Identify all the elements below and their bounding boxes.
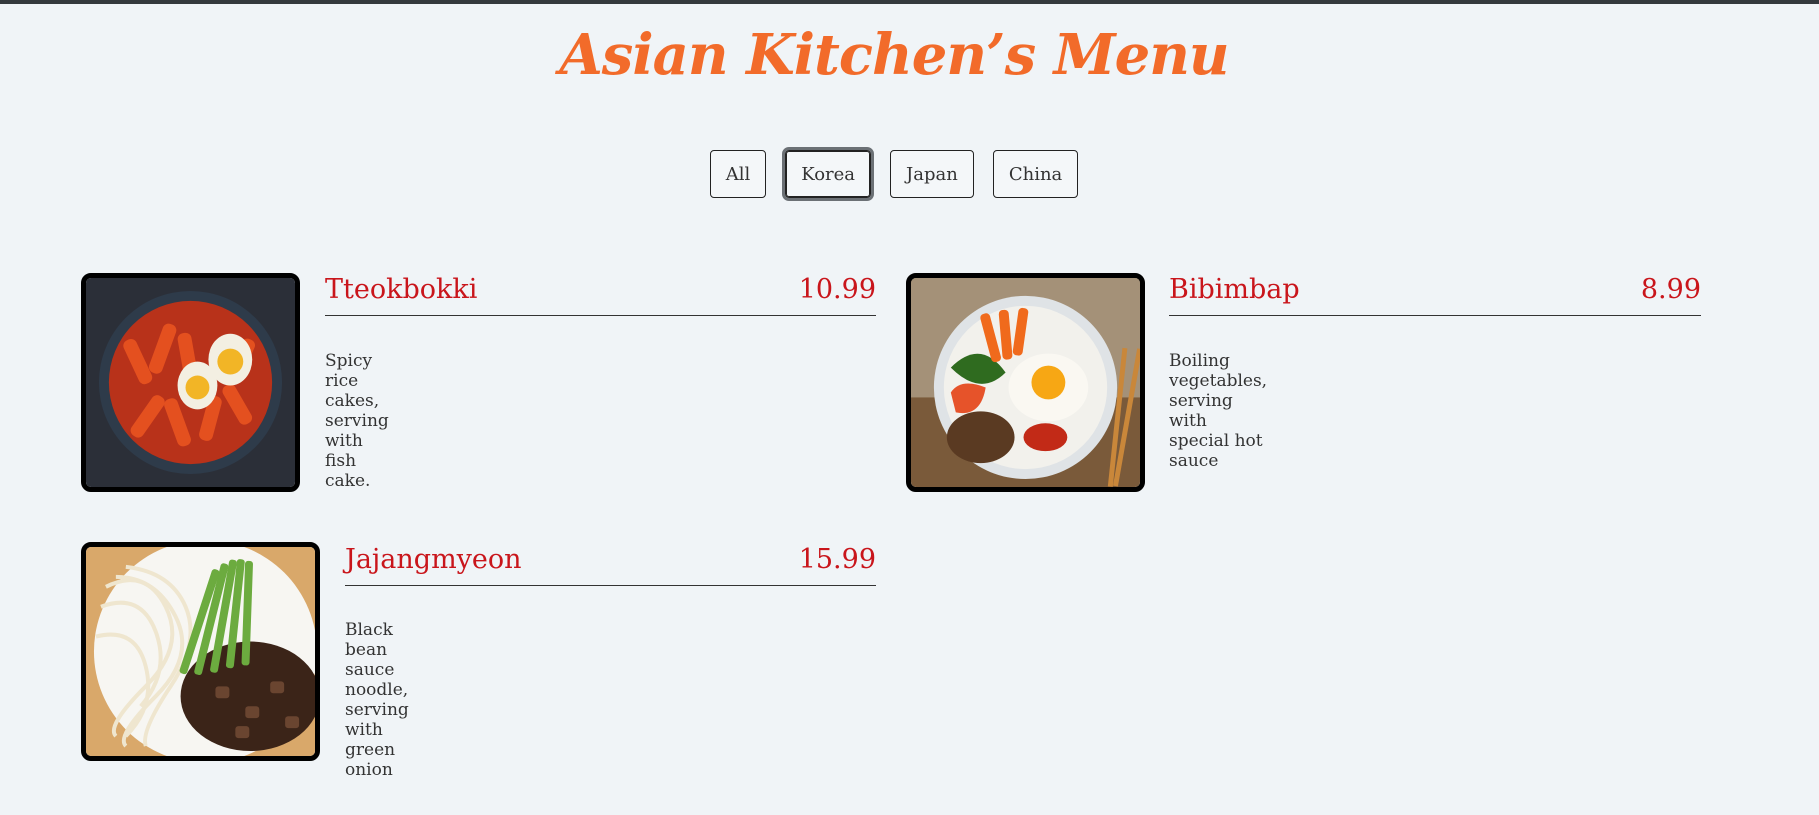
filter-japan-button[interactable]: Japan [890, 150, 974, 198]
jajangmyeon-header: Jajangmyeon 15.99 [345, 544, 876, 586]
item-price: 8.99 [1640, 274, 1701, 305]
bibimbap-header: Bibimbap 8.99 [1169, 274, 1701, 316]
category-filters: All Korea Japan China [0, 147, 1788, 201]
item-name: Jajangmyeon [345, 544, 522, 575]
item-name: Tteokbokki [325, 274, 478, 305]
item-price: 15.99 [798, 544, 876, 575]
item-description: Black bean sauce noodle, serving with gr… [345, 620, 409, 780]
tteokbokki-header: Tteokbokki 10.99 [325, 274, 876, 316]
item-name: Bibimbap [1169, 274, 1300, 305]
item-description: Boiling vegetables, serving with special… [1169, 351, 1268, 471]
filter-china-button[interactable]: China [992, 150, 1079, 198]
filter-all-button[interactable]: All [709, 150, 767, 198]
tteokbokki-photo [81, 273, 300, 492]
bibimbap-photo [906, 273, 1145, 492]
filter-korea-button[interactable]: Korea [782, 147, 875, 201]
jajangmyeon-photo [81, 542, 320, 761]
item-description: Spicy rice cakes, serving with fish cake… [325, 351, 389, 491]
item-price: 10.99 [798, 274, 876, 305]
top-bar [0, 0, 1819, 4]
page-title: Asian Kitchen’s Menu [559, 22, 1229, 88]
